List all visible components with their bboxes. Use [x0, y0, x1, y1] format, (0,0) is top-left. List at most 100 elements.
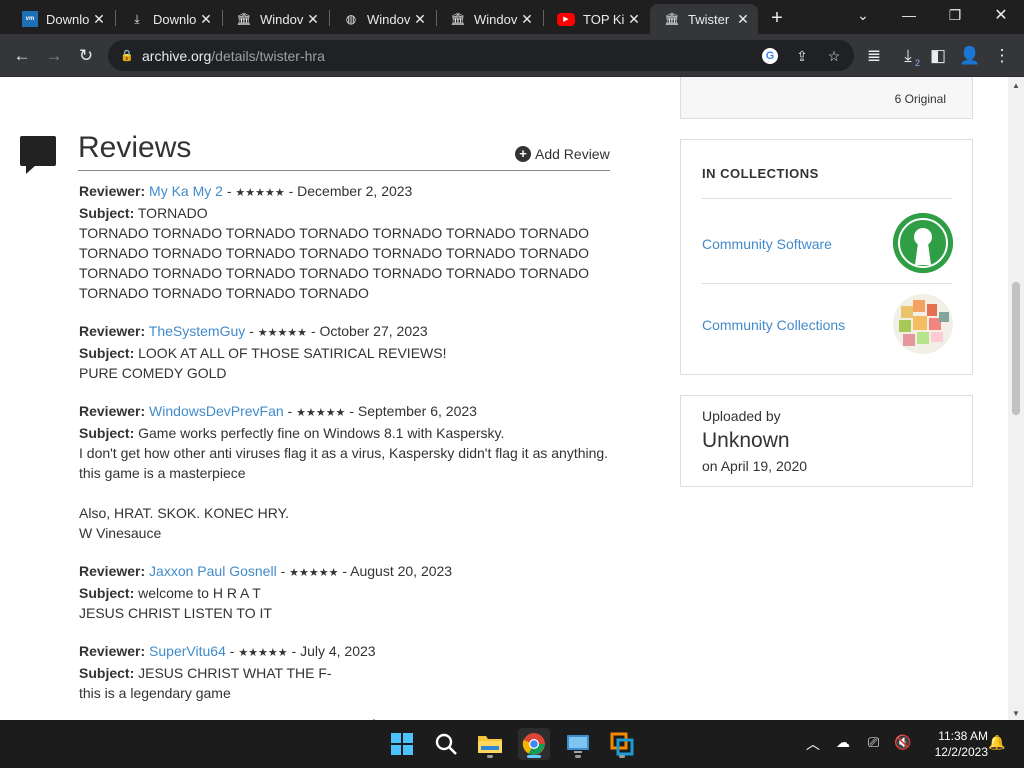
vmware-icon: vm	[22, 11, 38, 27]
archive-icon: 🏛	[236, 12, 252, 26]
google-lens-icon[interactable]: G	[758, 44, 782, 68]
browser-tab[interactable]: ⤓ Downlo ✕	[115, 4, 221, 34]
globe-icon: ◍	[345, 12, 357, 26]
download-icon: ⤓	[134, 11, 140, 26]
uploader-panel: Uploaded by Unknown on April 19, 2020	[680, 395, 973, 487]
chevron-up-icon[interactable]: ︿	[806, 734, 820, 754]
close-window-button[interactable]: ✕	[978, 0, 1024, 30]
reviewer-link[interactable]: TheSystemGuy	[149, 323, 245, 339]
volume-muted-icon[interactable]: 🔇	[894, 734, 911, 751]
browser-tab[interactable]: vm Downlo ✕	[8, 4, 114, 34]
scrollbar-thumb[interactable]	[1012, 282, 1020, 415]
review-item: Reviewer: My Ka My 2 - ★★★★★ - December …	[79, 181, 619, 303]
star-rating: ★★★★★	[289, 567, 339, 579]
divider	[702, 198, 952, 199]
forward-button[interactable]: →	[40, 42, 68, 70]
new-tab-button[interactable]: +	[764, 5, 790, 31]
start-button[interactable]	[386, 728, 418, 760]
upload-date: on April 19, 2020	[702, 458, 808, 474]
review-body: TORNADO TORNADO TORNADO TORNADO TORNADO …	[79, 225, 590, 301]
browser-toolbar: ← → ↻ 🔒 archive.org/details/twister-hra …	[0, 34, 1024, 77]
speech-bubble-icon	[20, 136, 56, 174]
close-tab-icon[interactable]: ✕	[411, 10, 429, 28]
restore-button[interactable]: ❐	[932, 0, 978, 30]
remote-desktop-icon	[567, 735, 589, 753]
browser-tab-active[interactable]: 🏛 Twister ✕	[650, 4, 758, 34]
taskbar-clock[interactable]: 11:38 AM 12/2/2023	[918, 728, 988, 760]
collection-link-community-software[interactable]: Community Software	[702, 236, 832, 252]
star-rating: ★★★★★	[296, 407, 346, 419]
scroll-up-arrow[interactable]: ▲	[1012, 81, 1020, 90]
folder-icon	[478, 736, 502, 753]
lock-icon: 🔒	[120, 50, 134, 62]
vmware-workstation-icon	[610, 732, 634, 756]
add-review-button[interactable]: + Add Review	[515, 146, 610, 162]
review-body: I don't get how other anti viruses flag …	[79, 445, 609, 541]
archive-icon: 🏛	[664, 12, 680, 26]
browser-tab[interactable]: 🏛 Windov ✕	[436, 4, 542, 34]
browser-tab[interactable]: ◍ Windov ✕	[329, 4, 435, 34]
community-collections-mosaic[interactable]	[893, 294, 953, 354]
cloud-icon[interactable]: ☁	[836, 734, 850, 751]
close-tab-icon[interactable]: ✕	[734, 10, 752, 28]
close-tab-icon[interactable]: ✕	[90, 10, 108, 28]
close-tab-icon[interactable]: ✕	[197, 10, 215, 28]
collections-panel: IN COLLECTIONS Community Software Commun…	[680, 139, 973, 375]
close-tab-icon[interactable]: ✕	[625, 10, 643, 28]
community-software-logo[interactable]	[893, 213, 953, 273]
profile-icon[interactable]: 👤	[956, 42, 984, 70]
windows-taskbar: ︿ ☁ ⎚ 🔇 11:38 AM 12/2/2023 🔔	[0, 720, 1024, 768]
collection-link-community-collections[interactable]: Community Collections	[702, 317, 845, 333]
archive-icon: 🏛	[450, 12, 466, 26]
page-scrollbar[interactable]: ▲ ▼	[1008, 77, 1024, 720]
reviewer-link[interactable]: Jaxxon Paul Gosnell	[149, 563, 277, 579]
review-body: PURE COMEDY GOLD	[79, 365, 227, 381]
share-icon[interactable]: ⇪	[790, 44, 814, 68]
star-rating: ★★★★★	[238, 647, 288, 659]
plus-icon: +	[515, 146, 531, 162]
bookmark-star-icon[interactable]: ☆	[822, 44, 846, 68]
address-bar[interactable]: 🔒 archive.org/details/twister-hra G ⇪ ☆	[108, 40, 854, 71]
side-panel-icon[interactable]: ◧	[924, 42, 952, 70]
vmware-taskbar-button[interactable]	[606, 728, 638, 760]
minimize-button[interactable]: —	[886, 0, 932, 30]
file-explorer-button[interactable]	[474, 728, 506, 760]
chrome-icon	[522, 733, 545, 755]
reviewer-link[interactable]: SuperVitu64	[149, 643, 226, 659]
page-content: 6 Original Reviews + Add Review Reviewer…	[0, 77, 1008, 720]
tab-search-icon[interactable]: ⌄	[840, 0, 886, 30]
collections-heading: IN COLLECTIONS	[702, 166, 819, 181]
close-tab-icon[interactable]: ✕	[304, 10, 322, 28]
divider	[78, 170, 610, 171]
download-badge: 2	[914, 58, 920, 68]
browser-tab-strip: vm Downlo ✕ ⤓ Downlo ✕ 🏛 Windov ✕ ◍ Wind…	[0, 0, 1024, 34]
files-summary-box: 6 Original	[680, 77, 973, 119]
reviewer-link[interactable]: WindowsDevPrevFan	[149, 403, 284, 419]
review-body: JESUS CHRIST LISTEN TO IT	[79, 605, 272, 621]
review-body: this is a legendary game	[79, 685, 231, 701]
app-taskbar-button[interactable]	[562, 728, 594, 760]
menu-icon[interactable]: ⋮	[988, 42, 1016, 70]
back-button[interactable]: ←	[8, 42, 36, 70]
youtube-icon: ▶	[557, 12, 575, 26]
review-item: Reviewer: SuperVitu64 - ★★★★★ - July 4, …	[79, 641, 619, 703]
star-rating: ★★★★★	[257, 327, 308, 339]
review-item: Reviewer: Jaxxon Paul Gosnell - ★★★★★ - …	[79, 561, 619, 623]
chrome-taskbar-button[interactable]	[518, 728, 550, 760]
network-icon[interactable]: ⎚	[868, 734, 879, 751]
original-files-count: 6 Original	[894, 92, 946, 106]
notification-bell-icon[interactable]: 🔔	[988, 734, 1005, 751]
browser-tab[interactable]: 🏛 Windov ✕	[222, 4, 328, 34]
reload-button[interactable]: ↻	[72, 42, 100, 70]
search-button[interactable]	[430, 728, 462, 760]
review-item: Reviewer: TheSystemGuy - ★★★★★ - October…	[79, 321, 619, 383]
divider	[702, 283, 952, 284]
reviews-heading: Reviews	[78, 131, 192, 164]
downloads-icon[interactable]: ⤓ 2	[894, 42, 922, 70]
reviewer-link[interactable]: My Ka My 2	[149, 183, 223, 199]
search-icon	[435, 733, 457, 755]
media-controls-icon[interactable]: ≣	[860, 42, 888, 70]
scroll-down-arrow[interactable]: ▼	[1012, 709, 1020, 718]
browser-tab[interactable]: ▶ TOP Kid ✕	[543, 4, 649, 34]
close-tab-icon[interactable]: ✕	[518, 10, 536, 28]
